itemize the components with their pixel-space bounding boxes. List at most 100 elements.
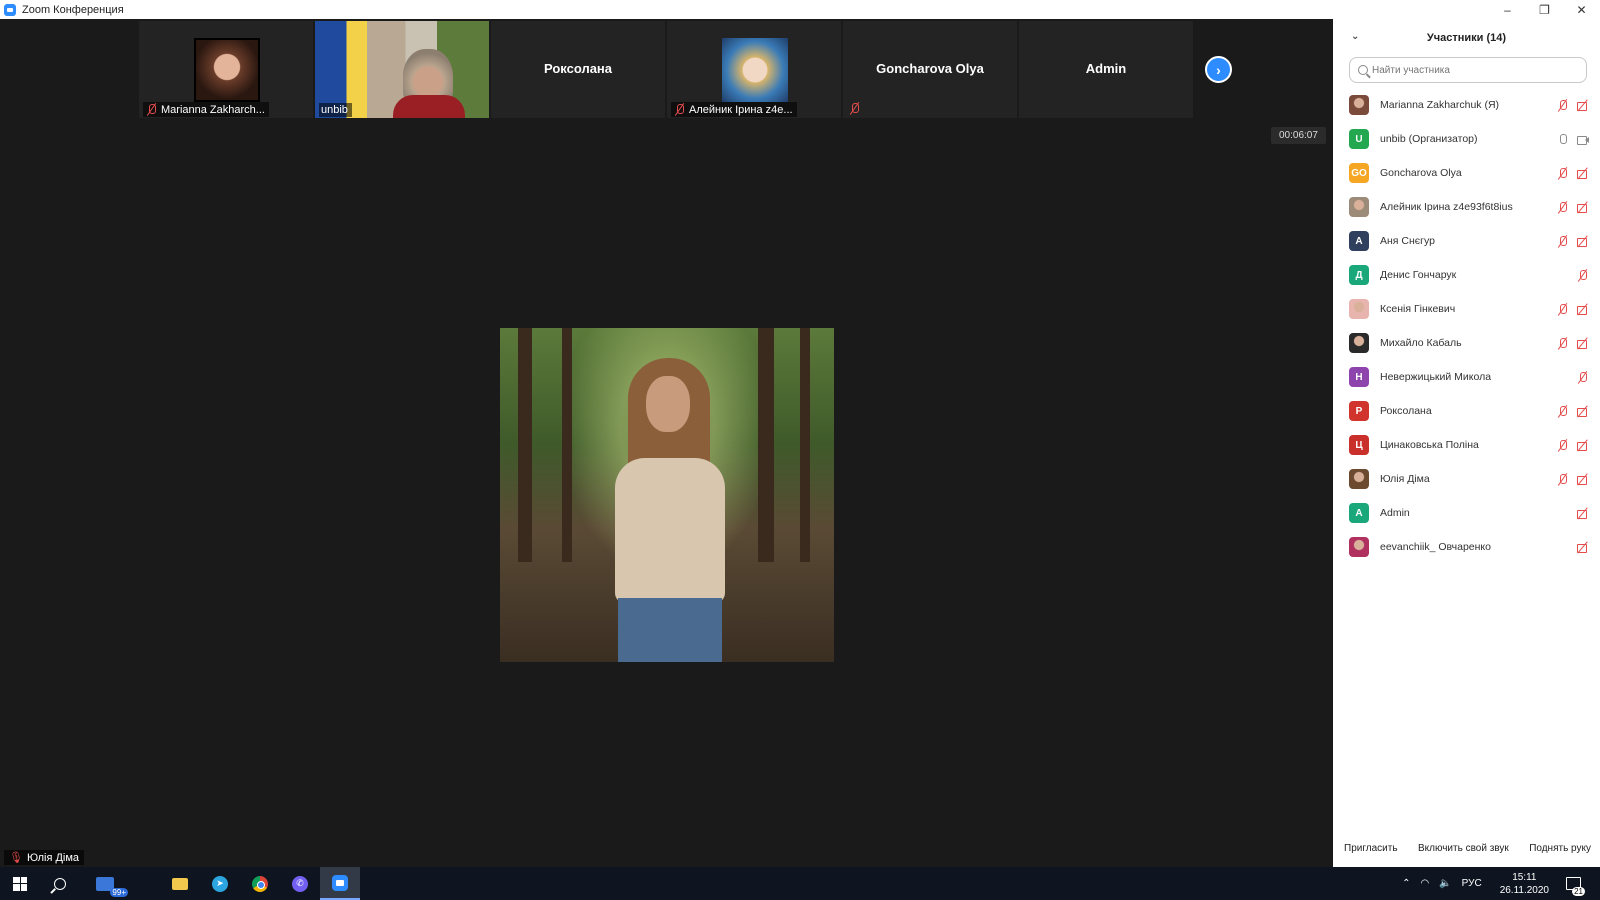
mic-muted-icon[interactable] <box>1556 439 1569 452</box>
mic-muted-icon[interactable] <box>1556 405 1569 418</box>
taskbar: 99+ ➤ ✆ ⌃ ◠ 🔈 РУС 15:11 26.11.2020 21 <box>0 867 1600 900</box>
participant-avatar: А <box>1349 231 1369 251</box>
unmute-button[interactable]: Включить свой звук <box>1415 839 1511 857</box>
tile-label-name: Алейник Ірина z4e... <box>689 103 793 116</box>
mic-icon[interactable] <box>1556 133 1569 146</box>
search-icon <box>54 877 66 890</box>
active-speaker-video[interactable] <box>500 328 834 662</box>
taskbar-mail-button[interactable]: 99+ <box>80 867 130 900</box>
taskbar-zoom-button[interactable] <box>320 867 360 900</box>
taskbar-chrome-button[interactable] <box>240 867 280 900</box>
camera-off-icon[interactable] <box>1576 473 1589 486</box>
chevron-right-icon: › <box>1216 61 1221 78</box>
search-icon <box>1358 65 1368 75</box>
gallery-tile[interactable]: Роксолана <box>491 21 665 118</box>
mic-muted-icon <box>145 103 158 116</box>
participant-avatar: Ц <box>1349 435 1369 455</box>
participant-row[interactable]: Михайло Кабаль <box>1333 326 1600 360</box>
next-page-button[interactable]: › <box>1205 56 1232 83</box>
participant-name: Роксолана <box>1380 405 1432 417</box>
participant-row[interactable]: eevanchiik_ Овчаренко <box>1333 530 1600 564</box>
taskbar-viber-button[interactable]: ✆ <box>280 867 320 900</box>
participant-row[interactable]: Ксенія Гінкевич <box>1333 292 1600 326</box>
mic-muted-icon[interactable] <box>1556 201 1569 214</box>
language-indicator[interactable]: РУС <box>1462 878 1482 889</box>
participant-row[interactable]: A Admin <box>1333 496 1600 530</box>
participant-avatar: Н <box>1349 367 1369 387</box>
camera-off-icon[interactable] <box>1576 405 1589 418</box>
notifications-button[interactable]: 21 <box>1562 874 1586 896</box>
participant-avatar: A <box>1349 503 1369 523</box>
meeting-timer: 00:06:07 <box>1271 127 1326 144</box>
participant-row[interactable]: Uunbib (Организатор) <box>1333 122 1600 156</box>
mic-muted-icon[interactable] <box>1556 337 1569 350</box>
participant-name: Marianna Zakharchuk (Я) <box>1380 99 1500 111</box>
taskbar-search-button[interactable] <box>40 867 80 900</box>
mic-muted-icon[interactable] <box>1556 235 1569 248</box>
gallery-tile[interactable]: unbib <box>315 21 489 118</box>
tile-label: Алейник Ірина z4e... <box>671 102 797 117</box>
mail-badge: 99+ <box>110 888 128 897</box>
participant-photo <box>194 38 260 102</box>
participant-row[interactable]: Д Денис Гончарук <box>1333 258 1600 292</box>
participant-search-input[interactable] <box>1372 64 1572 76</box>
chevron-down-icon[interactable]: ⌄ <box>1351 31 1359 42</box>
camera-off-icon[interactable] <box>1576 337 1589 350</box>
participant-row[interactable]: Н Невержицький Микола <box>1333 360 1600 394</box>
participant-list: Marianna Zakharchuk (Я) Uunbib (Организат… <box>1333 88 1600 564</box>
raise-hand-button[interactable]: Поднять руку <box>1527 839 1593 857</box>
camera-icon[interactable] <box>1576 133 1589 146</box>
mic-muted-icon[interactable] <box>1576 269 1589 282</box>
mic-muted-icon[interactable] <box>1556 303 1569 316</box>
volume-icon[interactable]: 🔈 <box>1439 878 1451 889</box>
taskbar-telegram-button[interactable]: ➤ <box>200 867 240 900</box>
gallery-tile[interactable]: Marianna Zakharch... <box>139 21 313 118</box>
camera-off-icon[interactable] <box>1576 167 1589 180</box>
camera-off-icon[interactable] <box>1576 303 1589 316</box>
clock[interactable]: 15:11 26.11.2020 <box>1495 871 1554 897</box>
participant-row[interactable]: Алейник Ірина z4e93f6t8ius <box>1333 190 1600 224</box>
invite-button[interactable]: Пригласить <box>1342 839 1400 857</box>
participant-avatar <box>1349 299 1369 319</box>
participant-name: Цинаковська Поліна <box>1380 439 1479 451</box>
camera-off-icon[interactable] <box>1576 507 1589 520</box>
restore-button[interactable]: ❐ <box>1526 0 1563 19</box>
participant-status-icons <box>1556 235 1589 248</box>
participant-row[interactable]: GO Goncharova Olya <box>1333 156 1600 190</box>
minimize-button[interactable]: – <box>1489 0 1526 19</box>
participant-status-icons <box>1556 439 1589 452</box>
participant-avatar: Р <box>1349 401 1369 421</box>
participant-row[interactable]: Юлія Діма <box>1333 462 1600 496</box>
window-controls: – ❐ ✕ <box>1489 0 1600 19</box>
mic-muted-icon[interactable] <box>1556 167 1569 180</box>
mic-muted-icon[interactable] <box>1556 99 1569 112</box>
gallery-tile[interactable]: Admin <box>1019 21 1193 118</box>
tile-label: Marianna Zakharch... <box>143 102 269 117</box>
participant-avatar <box>1349 469 1369 489</box>
mic-muted-icon[interactable] <box>1556 473 1569 486</box>
participant-name: Юлія Діма <box>1380 473 1430 485</box>
participant-search[interactable] <box>1349 57 1587 83</box>
wifi-icon[interactable]: ◠ <box>1420 878 1429 889</box>
participant-name: Денис Гончарук <box>1380 269 1457 281</box>
chevron-up-icon[interactable]: ⌃ <box>1402 878 1410 889</box>
gallery-tile[interactable]: Goncharova Olya <box>843 21 1017 118</box>
participant-row[interactable]: Р Роксолана <box>1333 394 1600 428</box>
participants-footer: Пригласить Включить свой звук Поднять ру… <box>1333 829 1600 867</box>
participant-status-icons <box>1556 337 1589 350</box>
camera-off-icon[interactable] <box>1576 235 1589 248</box>
zoom-icon <box>332 874 348 891</box>
participant-avatar: U <box>1349 129 1369 149</box>
camera-off-icon[interactable] <box>1576 541 1589 554</box>
taskbar-explorer-button[interactable] <box>160 867 200 900</box>
gallery-tile[interactable]: Алейник Ірина z4e... <box>667 21 841 118</box>
camera-off-icon[interactable] <box>1576 201 1589 214</box>
start-button[interactable] <box>0 867 40 900</box>
mic-muted-icon[interactable] <box>1576 371 1589 384</box>
participant-row[interactable]: Ц Цинаковська Поліна <box>1333 428 1600 462</box>
participant-row[interactable]: Marianna Zakharchuk (Я) <box>1333 88 1600 122</box>
close-button[interactable]: ✕ <box>1563 0 1600 19</box>
participant-row[interactable]: А Аня Снєгур <box>1333 224 1600 258</box>
camera-off-icon[interactable] <box>1576 99 1589 112</box>
camera-off-icon[interactable] <box>1576 439 1589 452</box>
